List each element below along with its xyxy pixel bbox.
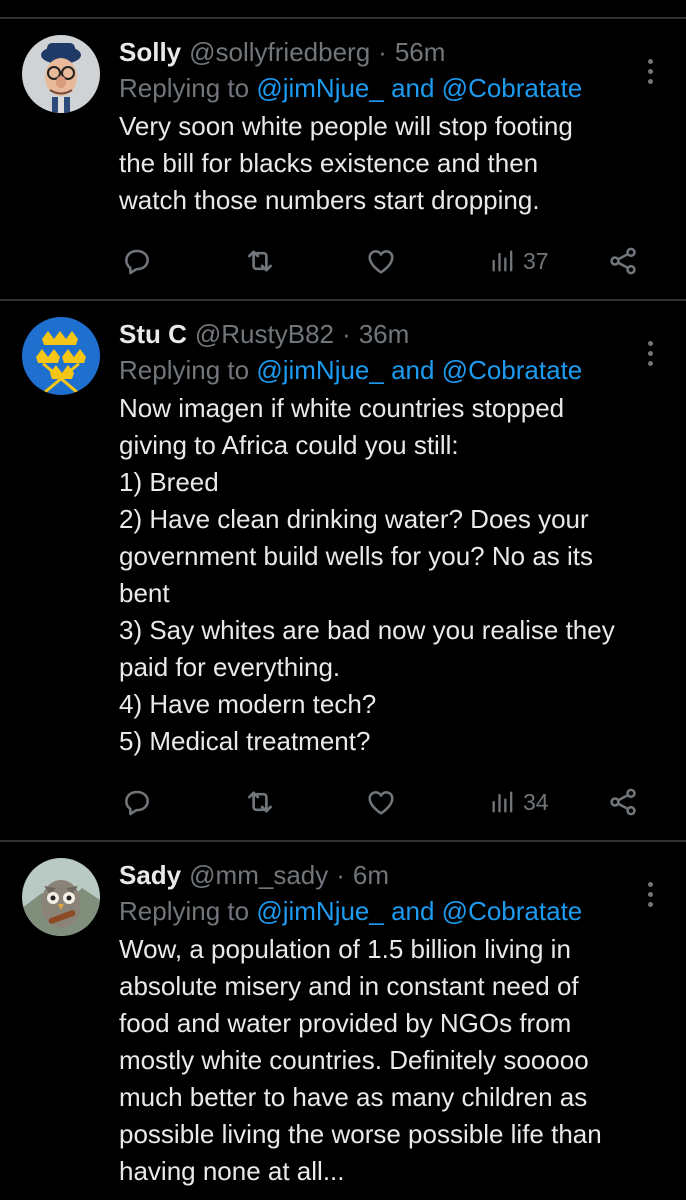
like-button[interactable] xyxy=(365,786,397,818)
tweet-text-line: the bill for blacks existence and then xyxy=(119,148,539,178)
tweet-text-line: 2) Have clean drinking water? Does your xyxy=(119,504,589,534)
tweet[interactable]: Solly @sollyfriedberg · 56m Replying to … xyxy=(0,19,686,299)
reply-mentions[interactable]: @jimNjue_ and @Cobratate xyxy=(256,73,582,103)
display-name[interactable]: Solly xyxy=(119,35,181,69)
tweet-text-line: Very soon white people will stop footing xyxy=(119,111,573,141)
tweet-text-line: having none at all... xyxy=(119,1156,345,1186)
more-options-icon[interactable] xyxy=(644,882,656,907)
like-icon xyxy=(368,250,394,274)
cartoon-old-man-avatar-icon xyxy=(22,35,100,113)
share-button[interactable] xyxy=(607,245,639,277)
tweet-text: Now imagen if white countries stopped gi… xyxy=(119,390,666,760)
owl-avatar-icon xyxy=(22,858,100,936)
tweet-text-line: much better to have as many children as xyxy=(119,1082,588,1112)
tweet-text-line: 4) Have modern tech? xyxy=(119,689,377,719)
blue-flag-crowns-avatar-icon xyxy=(22,317,100,395)
tweet-header: Sady @mm_sady · 6m xyxy=(119,858,666,892)
more-options-icon[interactable] xyxy=(644,59,656,84)
timestamp[interactable]: 36m xyxy=(359,317,410,351)
views-button[interactable]: 37 xyxy=(489,247,549,275)
reply-button[interactable] xyxy=(121,786,153,818)
tweet-feed: Solly @sollyfriedberg · 56m Replying to … xyxy=(0,0,686,1200)
replying-to: Replying to @jimNjue_ and @Cobratate xyxy=(119,353,666,387)
user-handle[interactable]: @RustyB82 xyxy=(195,317,334,351)
reply-button[interactable] xyxy=(121,245,153,277)
views-icon xyxy=(492,791,513,813)
like-button[interactable] xyxy=(365,245,397,277)
avatar[interactable] xyxy=(22,317,100,395)
views-icon xyxy=(492,250,513,272)
tweet-text-line: giving to Africa could you still: xyxy=(119,430,459,460)
retweet-button[interactable] xyxy=(243,785,277,819)
reply-icon xyxy=(125,790,149,816)
like-icon xyxy=(368,791,394,815)
share-button[interactable] xyxy=(607,786,639,818)
timestamp[interactable]: 56m xyxy=(395,35,446,69)
user-handle[interactable]: @mm_sady xyxy=(189,858,328,892)
timestamp[interactable]: 6m xyxy=(353,858,389,892)
views-count: 37 xyxy=(523,247,549,274)
tweet-text-line: food and water provided by NGOs from xyxy=(119,1008,572,1038)
tweet-text-line: government build wells for you? No as it… xyxy=(119,541,594,571)
user-handle[interactable]: @sollyfriedberg xyxy=(189,35,370,69)
separator: · xyxy=(342,319,351,349)
tweet-text-line: possible living the worse possible life … xyxy=(119,1119,602,1149)
share-icon xyxy=(610,247,636,275)
tweet-text: Very soon white people will stop footing… xyxy=(119,108,666,219)
tweet-header: Stu C @RustyB82 · 36m xyxy=(119,317,666,351)
replying-to: Replying to @jimNjue_ and @Cobratate xyxy=(119,71,666,105)
tweet[interactable]: Stu C @RustyB82 · 36m Replying to @jimNj… xyxy=(0,301,686,840)
display-name[interactable]: Stu C xyxy=(119,317,187,351)
tweet-text-line: 5) Medical treatment? xyxy=(119,726,371,756)
tweet-text-line: Now imagen if white countries stopped xyxy=(119,393,565,423)
tweet-text-line: 3) Say whites are bad now you realise th… xyxy=(119,615,615,645)
reply-icon xyxy=(125,249,149,275)
tweet[interactable]: Sady @mm_sady · 6m Replying to @jimNjue_… xyxy=(0,842,686,1190)
tweet-text: Wow, a population of 1.5 billion living … xyxy=(119,931,666,1190)
avatar[interactable] xyxy=(22,858,100,936)
retweet-icon xyxy=(248,250,272,272)
separator: · xyxy=(336,860,345,890)
replying-prefix: Replying to xyxy=(119,355,257,385)
tweet-text-line: 1) Breed xyxy=(119,467,219,497)
display-name[interactable]: Sady xyxy=(119,858,181,892)
tweet-text-line: mostly white countries. Definitely soooo… xyxy=(119,1045,589,1075)
share-icon xyxy=(610,788,636,816)
replying-prefix: Replying to xyxy=(119,73,257,103)
avatar[interactable] xyxy=(22,35,100,113)
replying-prefix: Replying to xyxy=(119,896,257,926)
more-options-icon[interactable] xyxy=(644,341,656,366)
retweet-button[interactable] xyxy=(243,244,277,278)
tweet-actions: 34 xyxy=(119,782,666,822)
tweet-header: Solly @sollyfriedberg · 56m xyxy=(119,35,666,69)
views-count: 34 xyxy=(523,788,549,815)
tweet-actions: 37 xyxy=(119,241,666,281)
views-button[interactable]: 34 xyxy=(489,788,549,816)
tweet-text-line: paid for everything. xyxy=(119,652,341,682)
retweet-icon xyxy=(248,791,272,813)
reply-mentions[interactable]: @jimNjue_ and @Cobratate xyxy=(256,896,582,926)
reply-mentions[interactable]: @jimNjue_ and @Cobratate xyxy=(256,355,582,385)
replying-to: Replying to @jimNjue_ and @Cobratate xyxy=(119,894,666,928)
tweet-text-line: bent xyxy=(119,578,170,608)
separator: · xyxy=(378,37,387,67)
tweet-text-line: absolute misery and in constant need of xyxy=(119,971,579,1001)
tweet-text-line: Wow, a population of 1.5 billion living … xyxy=(119,934,571,964)
tweet-text-line: watch those numbers start dropping. xyxy=(119,185,540,215)
